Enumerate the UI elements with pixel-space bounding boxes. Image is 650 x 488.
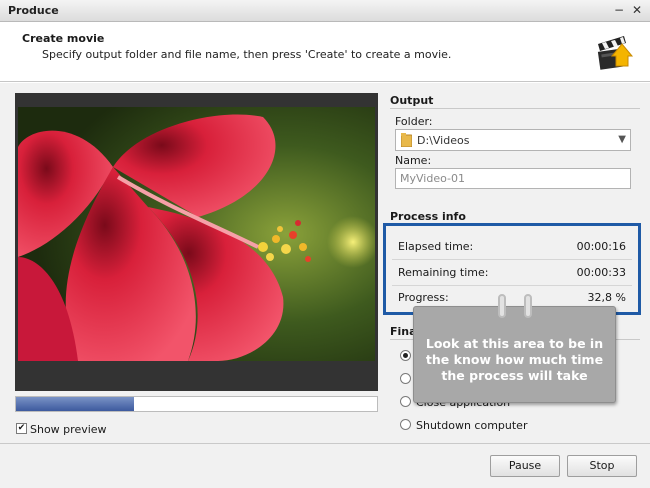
show-preview-label: Show preview <box>30 423 107 436</box>
final-option-radio-1[interactable] <box>400 350 411 361</box>
close-icon[interactable]: ✕ <box>630 3 644 17</box>
info-divider <box>392 285 632 286</box>
chevron-down-icon[interactable]: ▼ <box>618 134 626 145</box>
folder-combobox[interactable]: D:\Videos ▼ <box>395 129 631 151</box>
close-application-radio[interactable] <box>400 396 411 407</box>
folder-icon <box>401 133 412 147</box>
hint-callout: Look at this area to be in the know how … <box>413 294 616 403</box>
clapperboard-icon <box>597 36 634 70</box>
file-name-input[interactable]: MyVideo-01 <box>395 168 631 189</box>
dialog-header: Create movie Specify output folder and f… <box>0 22 650 82</box>
remaining-time-row: Remaining time: 00:00:33 <box>398 266 626 280</box>
header-title: Create movie <box>22 32 105 45</box>
window-title: Produce <box>8 4 59 17</box>
elapsed-time-value: 00:00:16 <box>576 240 626 253</box>
pause-button[interactable]: Pause <box>490 455 560 477</box>
process-info-panel: Elapsed time: 00:00:16 Remaining time: 0… <box>383 223 641 315</box>
video-preview <box>15 93 378 391</box>
show-preview-checkbox[interactable]: ✔ <box>16 423 27 434</box>
render-progress-bar <box>15 396 378 412</box>
info-divider <box>392 259 632 260</box>
remaining-time-label: Remaining time: <box>398 266 489 279</box>
progress-label: Progress: <box>398 291 449 304</box>
file-name-value: MyVideo-01 <box>400 172 465 185</box>
final-option-radio-2[interactable] <box>400 373 411 384</box>
window-titlebar: Produce − ✕ <box>0 0 650 22</box>
output-section-title: Output <box>390 94 434 107</box>
progress-row: Progress: 32,8 % <box>398 291 626 305</box>
name-label: Name: <box>395 154 432 167</box>
shutdown-computer-radio[interactable] <box>400 419 411 430</box>
output-section-divider <box>390 108 640 109</box>
dialog-footer: Pause Stop <box>0 443 650 488</box>
remaining-time-value: 00:00:33 <box>576 266 626 279</box>
stop-button[interactable]: Stop <box>567 455 637 477</box>
render-progress-fill <box>16 397 135 411</box>
shutdown-computer-label: Shutdown computer <box>416 419 528 432</box>
elapsed-time-row: Elapsed time: 00:00:16 <box>398 240 626 254</box>
callout-ring-icon <box>524 294 532 318</box>
elapsed-time-label: Elapsed time: <box>398 240 474 253</box>
minimize-icon[interactable]: − <box>612 3 626 17</box>
header-subtitle: Specify output folder and file name, the… <box>42 48 452 61</box>
process-info-section-title: Process info <box>390 210 466 223</box>
progress-value: 32,8 % <box>587 291 626 304</box>
preview-image <box>18 107 375 361</box>
callout-ring-icon <box>498 294 506 318</box>
folder-label: Folder: <box>395 115 433 128</box>
folder-value: D:\Videos <box>417 134 470 147</box>
callout-text: Look at this area to be in the know how … <box>425 336 604 383</box>
